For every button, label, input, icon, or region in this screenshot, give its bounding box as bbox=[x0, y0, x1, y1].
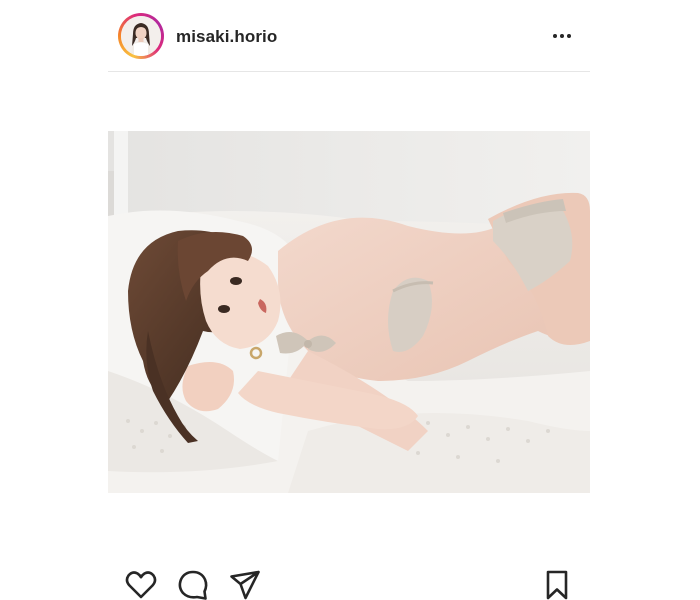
post-photo-image bbox=[108, 131, 590, 493]
username[interactable]: misaki.horio bbox=[176, 27, 277, 47]
bookmark-icon[interactable] bbox=[540, 568, 574, 600]
heart-icon[interactable] bbox=[124, 568, 158, 600]
post-actions bbox=[108, 560, 590, 600]
instagram-post: misaki.horio bbox=[0, 0, 700, 600]
avatar-photo bbox=[121, 16, 161, 56]
post-header: misaki.horio bbox=[108, 0, 590, 72]
more-options-icon[interactable] bbox=[549, 28, 575, 44]
comment-icon[interactable] bbox=[176, 568, 210, 600]
send-icon[interactable] bbox=[228, 568, 262, 600]
post-photo[interactable] bbox=[108, 131, 590, 493]
avatar[interactable] bbox=[121, 16, 161, 56]
avatar-story-ring[interactable] bbox=[118, 13, 164, 59]
